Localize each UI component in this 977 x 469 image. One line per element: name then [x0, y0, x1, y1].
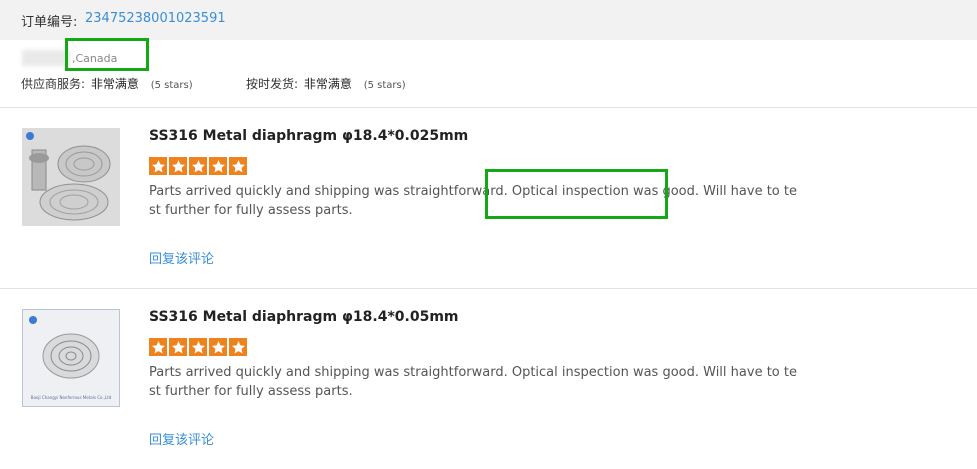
product-title[interactable]: SS316 Metal diaphragm φ18.4*0.025mm	[149, 128, 468, 144]
image-caption: Baoji Changyi Nonferrous Metals Co.,Ltd	[31, 395, 112, 400]
product-photo-icon: Baoji Changyi Nonferrous Metals Co.,Ltd	[23, 310, 119, 406]
rating-label: 供应商服务:	[21, 77, 86, 91]
star-icon	[209, 338, 227, 356]
divider	[0, 107, 977, 108]
rating-stars-text: (5 stars)	[150, 80, 193, 91]
review-text: Parts arrived quickly and shipping was s…	[149, 184, 797, 218]
review-text: Parts arrived quickly and shipping was s…	[149, 365, 797, 399]
reply-review-link[interactable]: 回复该评论	[149, 248, 214, 267]
product-image[interactable]	[22, 128, 120, 226]
star-icon	[149, 157, 167, 175]
star-icon	[169, 338, 187, 356]
star-icon	[229, 157, 247, 175]
product-image[interactable]: Baoji Changyi Nonferrous Metals Co.,Ltd	[22, 309, 120, 407]
rating-value: 非常满意	[303, 77, 352, 91]
star-icon	[149, 338, 167, 356]
star-icon	[189, 338, 207, 356]
rating-value: 非常满意	[90, 77, 139, 91]
rating-supplier-service: 供应商服务: 非常满意 (5 stars)	[21, 75, 193, 92]
star-icon	[229, 338, 247, 356]
product-title[interactable]: SS316 Metal diaphragm φ18.4*0.05mm	[149, 309, 459, 325]
highlight-box-review	[485, 169, 668, 219]
rating-stars-text: (5 stars)	[363, 80, 406, 91]
star-icon	[209, 157, 227, 175]
rating-label: 按时发货:	[246, 77, 299, 91]
star-icon	[189, 157, 207, 175]
star-icon	[169, 157, 187, 175]
divider	[0, 288, 977, 289]
product-photo-icon	[22, 128, 120, 226]
highlight-box-country	[65, 38, 149, 71]
order-number-label: 订单编号:	[21, 15, 78, 30]
rating-on-time-shipping: 按时发货: 非常满意 (5 stars)	[246, 75, 406, 92]
order-header: 订单编号: 23475238001023591	[0, 0, 977, 40]
reply-review-link[interactable]: 回复该评论	[149, 429, 214, 448]
buyer-name-redacted	[22, 50, 70, 66]
review-star-rating	[149, 338, 247, 356]
order-number-link[interactable]: 23475238001023591	[85, 11, 226, 26]
review-star-rating	[149, 157, 247, 175]
